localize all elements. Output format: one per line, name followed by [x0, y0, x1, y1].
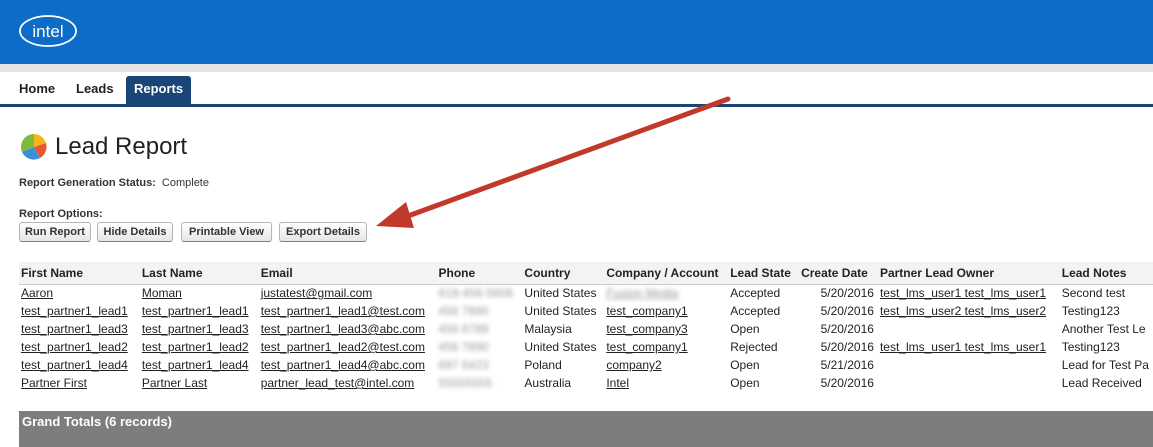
cell-company[interactable]: test_company1 [604, 302, 728, 320]
cell-email[interactable]: test_partner1_lead1@test.com [259, 302, 437, 320]
cell-country: Australia [524, 376, 572, 390]
cell-lead-notes: Testing123 [1061, 340, 1120, 354]
report-status: Report Generation Status: Complete [19, 177, 209, 189]
cell-last-name[interactable]: test_partner1_lead3 [140, 320, 259, 338]
run-report-button[interactable]: Run Report [19, 222, 91, 242]
cell-partner-lead-owner[interactable]: test_lms_user2 test_lms_user2 [878, 302, 1060, 320]
col-phone[interactable]: Phone [436, 262, 523, 285]
cell-company[interactable]: test_company3 [604, 320, 728, 338]
col-first-name[interactable]: First Name [19, 262, 140, 285]
cell-lead-state: Accepted [730, 286, 781, 301]
table-row: test_partner1_lead2 test_partner1_lead2 … [19, 338, 1153, 356]
cell-phone: 456 7890 [438, 304, 489, 318]
tab-home[interactable]: Home [19, 81, 55, 96]
report-options-label: Report Options: [19, 208, 103, 220]
cell-last-name[interactable]: test_partner1_lead1 [140, 302, 259, 320]
cell-phone: 55555555 [438, 376, 492, 390]
cell-first-name[interactable]: test_partner1_lead4 [19, 356, 140, 374]
col-email[interactable]: Email [258, 262, 437, 285]
table-row: Partner First Partner Last partner_lead_… [19, 374, 1153, 392]
cell-first-name[interactable]: test_partner1_lead2 [19, 338, 140, 356]
app-header: intel [0, 0, 1153, 64]
cell-email[interactable]: test_partner1_lead3@abc.com [259, 320, 437, 338]
col-company[interactable]: Company / Account [604, 262, 729, 285]
cell-email[interactable]: partner_lead_test@intel.com [259, 374, 437, 392]
status-label: Report Generation Status: [19, 177, 156, 189]
cell-country: Malaysia [524, 322, 572, 336]
cell-lead-notes: Second test [1061, 286, 1126, 301]
cell-partner-lead-owner[interactable] [878, 374, 1060, 392]
cell-email[interactable]: test_partner1_lead2@test.com [259, 338, 437, 356]
cell-create-date: 5/21/2016 [820, 358, 874, 372]
header-divider [0, 64, 1153, 72]
col-partner-lead-owner[interactable]: Partner Lead Owner [877, 262, 1060, 285]
tab-leads[interactable]: Leads [76, 81, 114, 96]
cell-country: United States [524, 304, 597, 318]
cell-lead-notes: Testing123 [1061, 304, 1120, 318]
cell-lead-notes: Lead for Test Pa [1061, 358, 1149, 372]
table-row: test_partner1_lead1 test_partner1_lead1 … [19, 302, 1153, 320]
page-title: Lead Report [55, 133, 188, 160]
hide-details-button[interactable]: Hide Details [97, 222, 173, 242]
cell-company[interactable]: Intel [604, 374, 728, 392]
cell-partner-lead-owner[interactable] [878, 356, 1060, 374]
cell-create-date: 5/20/2016 [820, 286, 874, 301]
table-row: test_partner1_lead3 test_partner1_lead3 … [19, 320, 1153, 338]
export-details-button[interactable]: Export Details [279, 222, 367, 242]
cell-partner-lead-owner[interactable] [878, 320, 1060, 338]
cell-last-name[interactable]: test_partner1_lead2 [140, 338, 259, 356]
cell-last-name[interactable]: test_partner1_lead4 [140, 356, 259, 374]
tab-bar: Home Leads Reports [0, 72, 1153, 107]
svg-text:intel: intel [32, 22, 63, 41]
cell-last-name[interactable]: Moman [140, 284, 259, 302]
cell-lead-state: Rejected [730, 340, 778, 354]
cell-lead-state: Open [730, 376, 760, 390]
col-lead-notes[interactable]: Lead Notes [1059, 262, 1153, 285]
cell-country: United States [524, 286, 597, 301]
cell-last-name[interactable]: Partner Last [140, 374, 259, 392]
col-create-date[interactable]: Create Date [799, 262, 878, 285]
col-country[interactable]: Country [522, 262, 605, 285]
cell-lead-state: Open [730, 322, 760, 336]
cell-phone: 456 7890 [438, 340, 489, 354]
cell-company[interactable]: test_company1 [604, 338, 728, 356]
cell-first-name[interactable]: Partner First [19, 374, 140, 392]
cell-phone: 456 6789 [438, 322, 489, 336]
cell-email[interactable]: test_partner1_lead4@abc.com [259, 356, 437, 374]
status-value: Complete [161, 177, 209, 189]
cell-lead-state: Accepted [730, 304, 781, 318]
cell-create-date: 5/20/2016 [820, 340, 874, 354]
cell-phone: 818-456-5606 [438, 286, 514, 301]
cell-partner-lead-owner[interactable]: test_lms_user1 test_lms_user1 [878, 338, 1060, 356]
cell-first-name[interactable]: test_partner1_lead3 [19, 320, 140, 338]
cell-email[interactable]: justatest@gmail.com [259, 284, 437, 302]
cell-create-date: 5/20/2016 [820, 322, 874, 336]
tab-reports[interactable]: Reports [126, 76, 192, 104]
printable-view-button[interactable]: Printable View [181, 222, 272, 242]
intel-logo[interactable]: intel [18, 13, 78, 49]
cell-company[interactable]: Fusion Media [604, 284, 728, 302]
cell-company[interactable]: company2 [604, 356, 728, 374]
lead-report-table: First Name Last Name Email Phone Country… [19, 262, 1153, 392]
col-lead-state[interactable]: Lead State [728, 262, 800, 285]
cell-create-date: 5/20/2016 [820, 376, 874, 390]
grand-totals-row: Grand Totals (6 records) [19, 411, 1153, 447]
cell-first-name[interactable]: test_partner1_lead1 [19, 302, 140, 320]
report-icon [19, 132, 49, 162]
table-row: test_partner1_lead4 test_partner1_lead4 … [19, 356, 1153, 374]
cell-first-name[interactable]: Aaron [19, 284, 140, 302]
cell-country: United States [524, 340, 597, 354]
cell-lead-notes: Another Test Le [1061, 322, 1146, 336]
cell-lead-notes: Lead Received [1061, 376, 1142, 390]
cell-create-date: 5/20/2016 [820, 304, 874, 318]
table-row: Aaron Moman justatest@gmail.com 818-456-… [19, 284, 1153, 302]
cell-partner-lead-owner[interactable]: test_lms_user1 test_lms_user1 [878, 284, 1060, 302]
col-last-name[interactable]: Last Name [139, 262, 259, 285]
cell-lead-state: Open [730, 358, 760, 372]
grand-totals-label: Grand Totals (6 records) [22, 414, 173, 429]
cell-phone: 897 6423 [438, 358, 489, 372]
table-header-row: First Name Last Name Email Phone Country… [19, 262, 1153, 285]
cell-country: Poland [524, 358, 562, 372]
